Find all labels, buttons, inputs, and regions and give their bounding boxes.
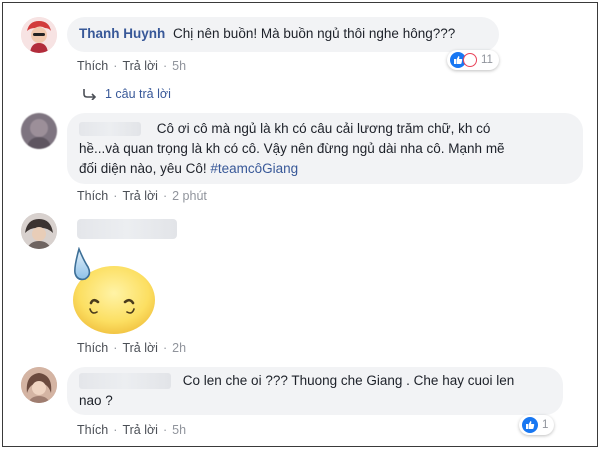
reply-button[interactable]: Trả lời [122,189,158,203]
like-button[interactable]: Thích [77,59,108,73]
avatar-photo-icon [21,367,57,403]
avatar-photo-icon [21,17,57,53]
reaction-count: 1 [542,419,549,431]
comment-timestamp[interactable]: 5h [172,423,186,437]
comment-text-line: hề...và quan trọng là kh có cô. Vậy nên … [79,141,505,156]
comment-text-line: nao ? [79,393,113,408]
blurred-author-name[interactable] [79,373,171,390]
comment-text: Chị nên buồn! Mà buồn ngủ thôi nghe hông… [173,26,456,41]
avatar-photo-icon [21,113,57,149]
comment-actions: Thích · Trả lời · 5h [77,423,186,437]
comment-text-line: Co len che oi ??? Thuong che Giang . Che… [182,373,515,388]
reaction-summary[interactable]: 1 [519,415,555,435]
comment-actions: Thích · Trả lời · 5h [77,59,186,73]
avatar[interactable] [21,213,57,249]
separator: · [162,341,168,355]
avatar[interactable] [21,17,57,53]
separator: · [162,423,168,437]
like-button[interactable]: Thích [77,189,108,203]
avatar[interactable] [21,367,57,403]
comment-section-frame: Thanh Huynh Chị nên buồn! Mà buồn ngủ th… [2,2,598,447]
comment-bubble: Thanh Huynh Chị nên buồn! Mà buồn ngủ th… [67,17,499,52]
sweat-face-sticker [67,246,157,337]
reply-button[interactable]: Trả lời [122,423,158,437]
like-button[interactable]: Thích [77,341,108,355]
comment-actions: Thích · Trả lời · 2 phút [77,189,207,203]
reaction-count: 11 [481,54,493,66]
view-replies-link[interactable]: 1 câu trả lời [83,87,171,101]
separator: · [113,341,118,355]
love-icon [463,53,477,67]
reply-button[interactable]: Trả lời [122,341,158,355]
separator: · [162,189,168,203]
reply-arrow-icon [83,89,97,100]
blurred-author-name[interactable] [77,219,177,239]
avatar-photo-icon [21,213,57,249]
avatar[interactable] [21,113,57,149]
separator: · [113,189,118,203]
comment-line: Co len che oi ??? Thuong che Giang . Che… [79,371,551,391]
like-button[interactable]: Thích [77,423,108,437]
comment-line: Cô ơi cô mà ngủ là kh có câu cải lương t… [79,119,571,139]
separator: · [162,59,168,73]
comment-timestamp[interactable]: 5h [172,59,186,73]
comment-line: đối diện nào, yêu Cô! #teamcôGiang [79,159,571,179]
comment-bubble: Co len che oi ??? Thuong che Giang . Che… [67,367,563,415]
reaction-summary[interactable]: 11 [447,50,499,70]
comment-actions: Thích · Trả lời · 2h [77,341,186,355]
replies-count-label: 1 câu trả lời [105,87,171,101]
comment-text-line: Cô ơi cô mà ngủ là kh có câu cải lương t… [156,121,491,136]
comment-timestamp[interactable]: 2h [172,341,186,355]
separator: · [113,423,118,437]
comment-author[interactable]: Thanh Huynh [79,26,165,41]
blurred-author-name[interactable] [79,122,141,137]
reply-button[interactable]: Trả lời [122,59,158,73]
like-icon [522,417,538,433]
comment-timestamp[interactable]: 2 phút [172,189,207,203]
comment-bubble: Cô ơi cô mà ngủ là kh có câu cải lương t… [67,113,583,184]
comment-text-line: đối diện nào, yêu Cô! [79,161,207,176]
hashtag-link[interactable]: #teamcôGiang [210,161,298,176]
separator: · [113,59,118,73]
